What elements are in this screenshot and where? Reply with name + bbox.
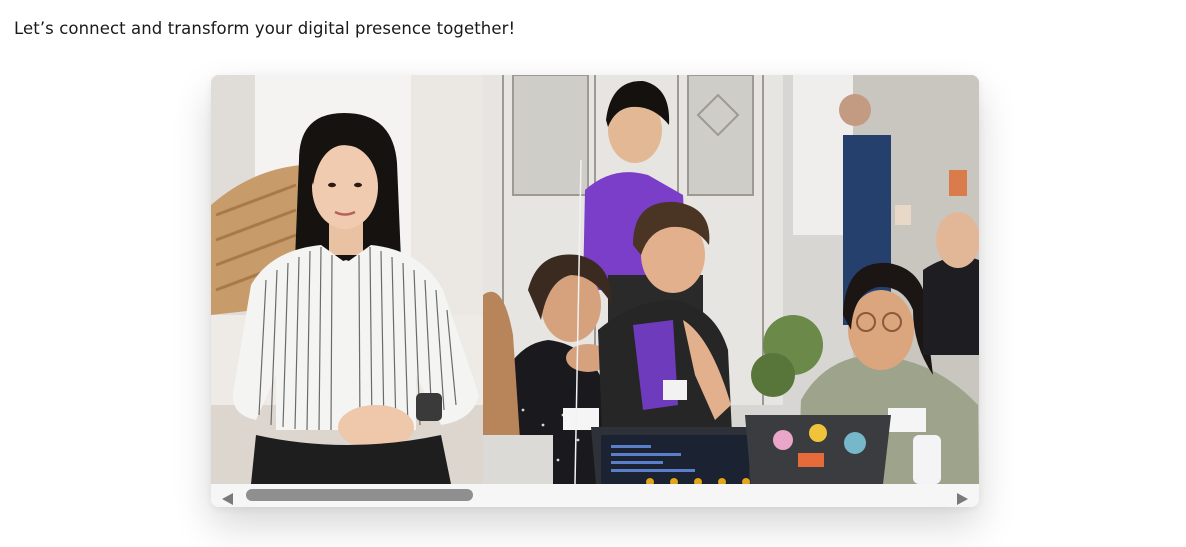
carousel-slide-portrait[interactable]	[211, 75, 483, 484]
page: Let’s connect and transform your digital…	[0, 0, 1186, 547]
image-carousel[interactable]	[211, 75, 979, 507]
page-tagline: Let’s connect and transform your digital…	[14, 19, 516, 38]
triangle-left-icon[interactable]	[221, 490, 235, 505]
triangle-right-icon[interactable]	[955, 490, 969, 505]
carousel-viewport	[211, 75, 979, 484]
team-image	[483, 75, 979, 484]
portrait-image	[211, 75, 483, 484]
scrollbar-thumb[interactable]	[246, 489, 473, 501]
carousel-slide-team[interactable]	[483, 75, 979, 484]
carousel-scrollbar[interactable]	[211, 484, 979, 507]
